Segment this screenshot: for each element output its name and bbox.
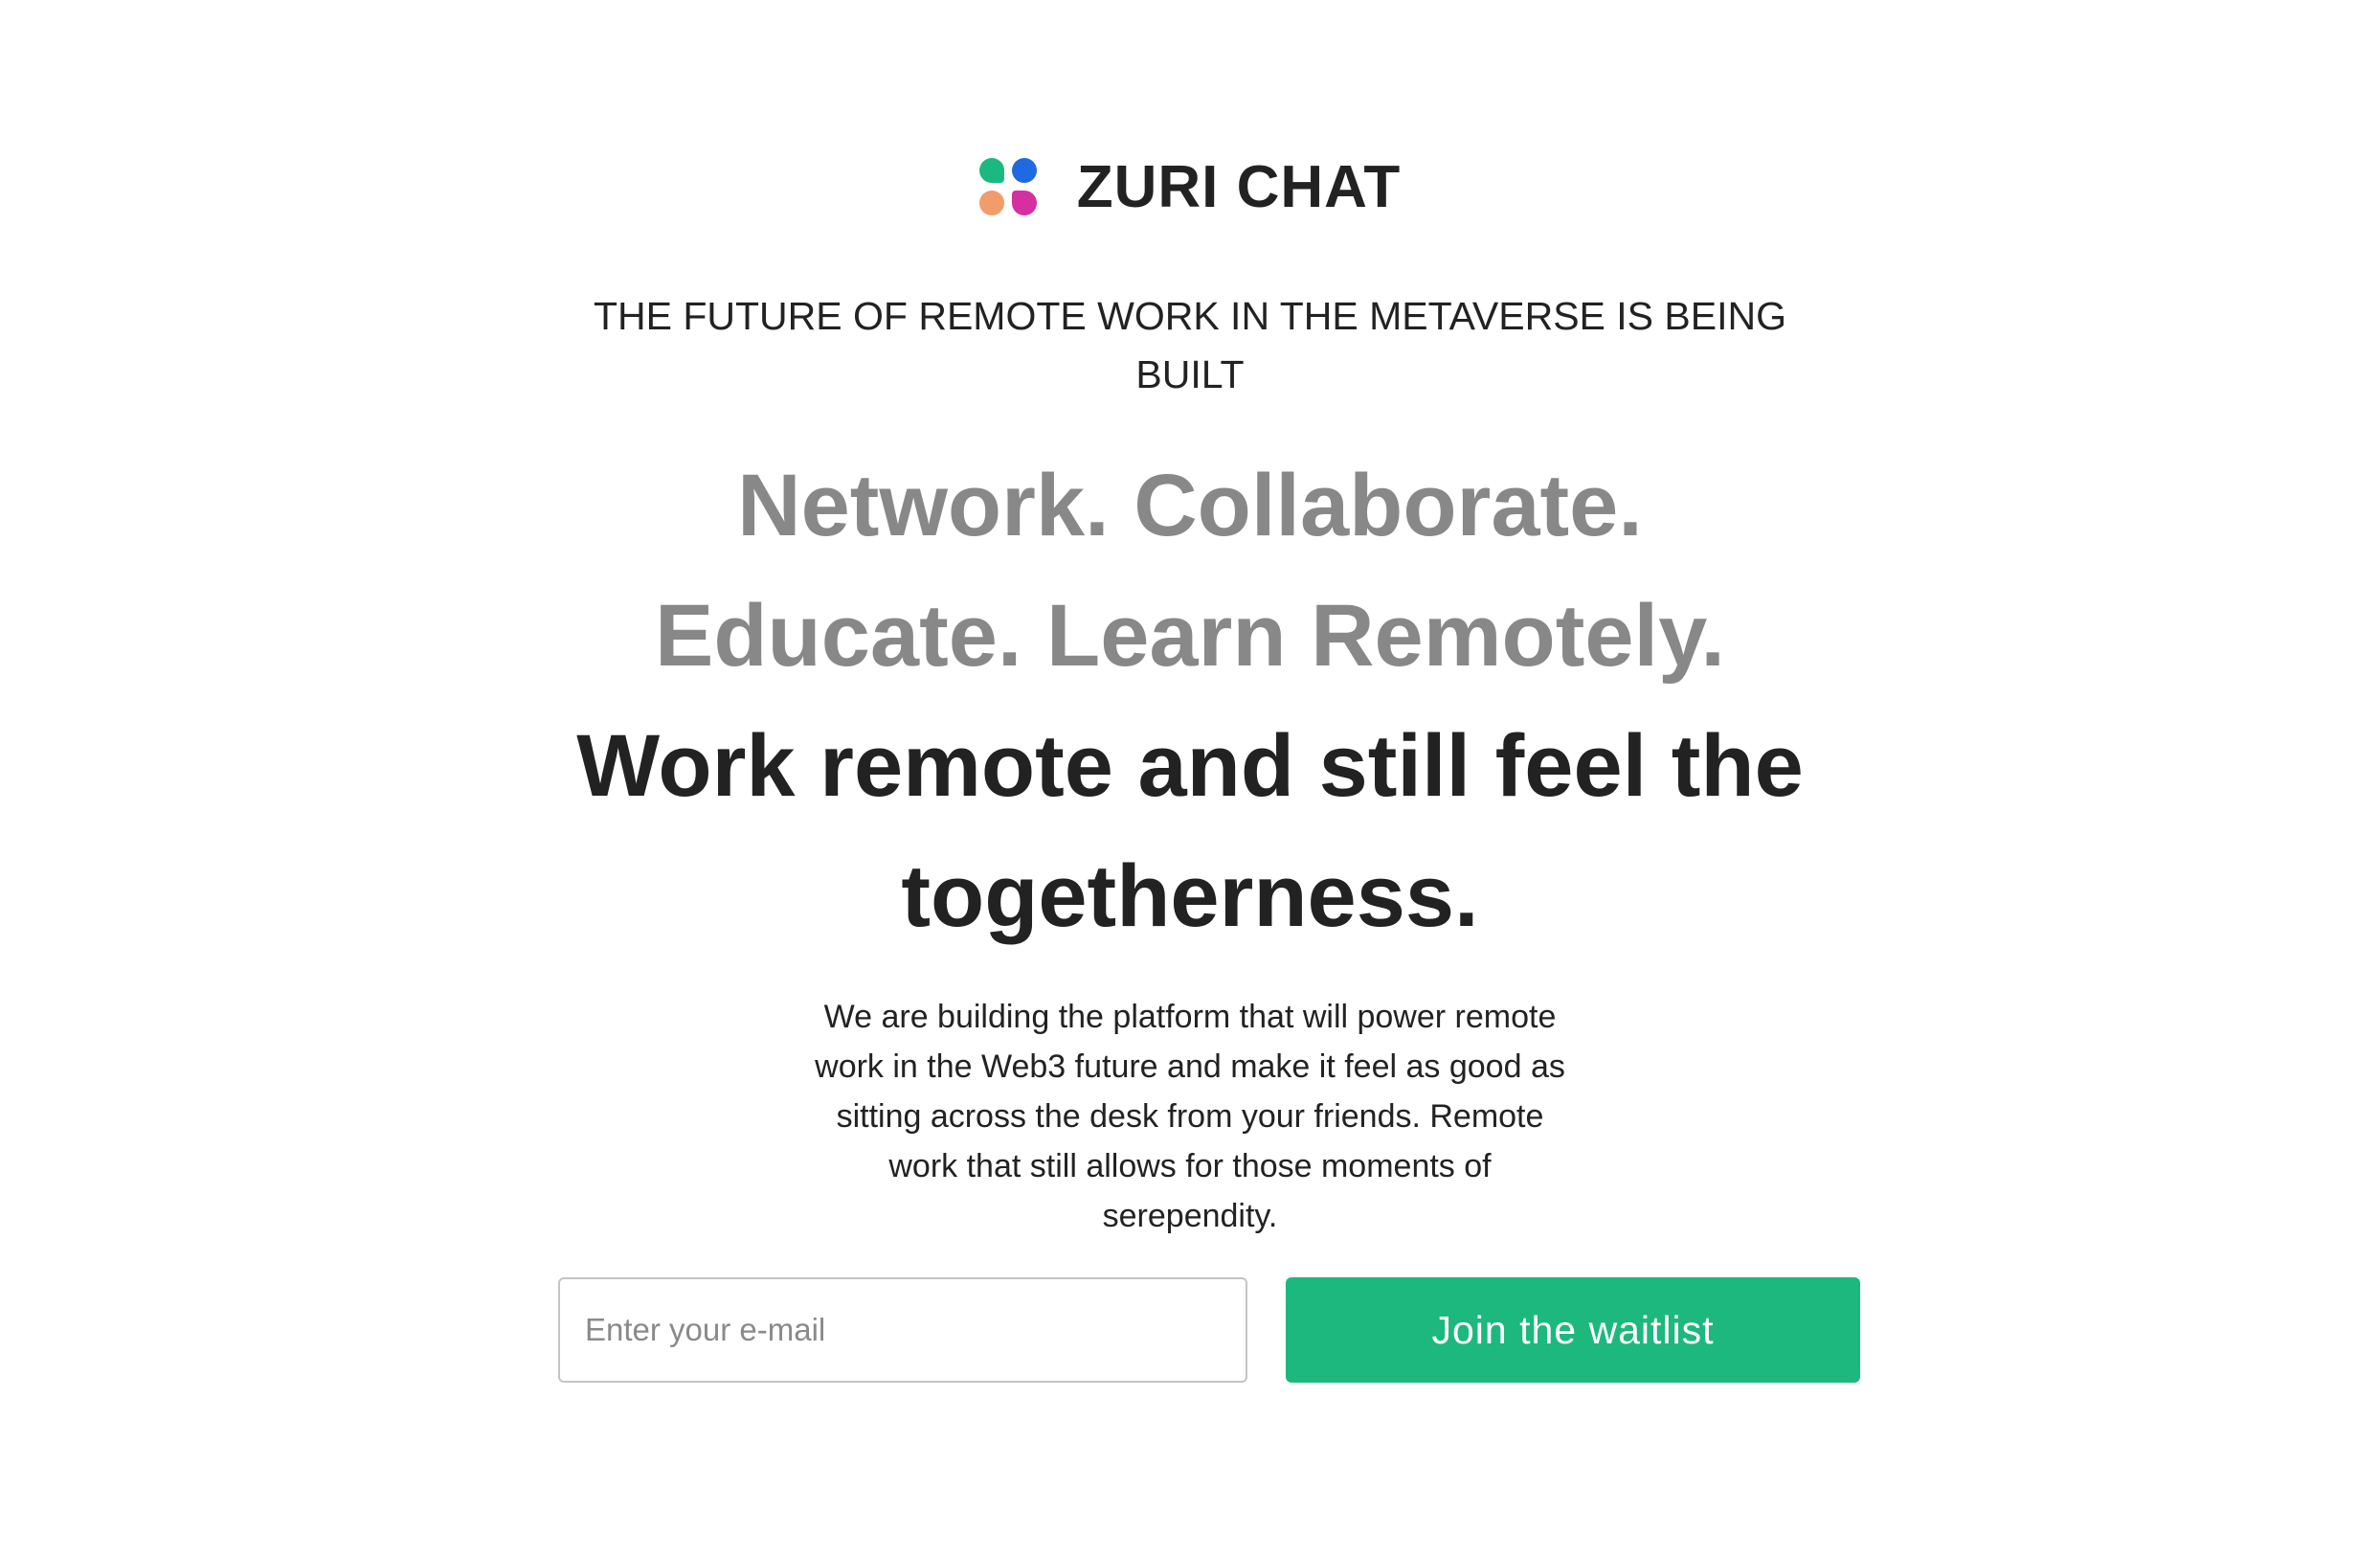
logo-dot-blue (1011, 157, 1037, 183)
tagline: THE FUTURE OF REMOTE WORK IN THE METAVER… (593, 294, 1787, 396)
hero-heading: Network. Collaborate. Educate. Learn Rem… (424, 440, 1956, 961)
join-waitlist-button[interactable]: Join the waitlist (1286, 1277, 1860, 1383)
logo-dot-magenta (1011, 190, 1037, 215)
logo-dot-orange (978, 190, 1004, 215)
hero-line-network: Network. Collaborate. (737, 457, 1643, 554)
email-input[interactable] (558, 1277, 1247, 1383)
hero-line-educate: Educate. Learn Remotely. (655, 587, 1725, 685)
description-text: We are building the platform that will p… (815, 999, 1565, 1234)
hero-line-togetherness: Work remote and still feel the togethern… (576, 717, 1804, 945)
logo-dot-green (978, 157, 1004, 183)
brand-name: ZURI CHAT (1076, 154, 1402, 220)
brand-header: ZURI CHAT (0, 153, 2380, 221)
zuri-logo-icon (978, 157, 1039, 217)
landing-page: ZURI CHAT THE FUTURE OF REMOTE WORK IN T… (0, 0, 2380, 1555)
